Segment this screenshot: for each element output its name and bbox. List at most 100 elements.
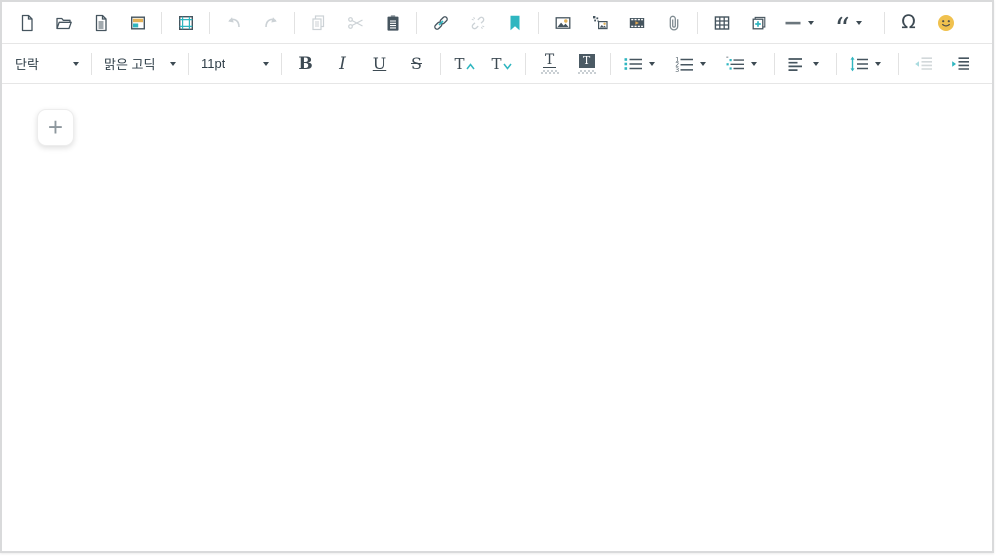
italic-icon: I [339,54,346,74]
subscript-button[interactable]: T [486,48,518,80]
strikethrough-icon: S [411,54,422,73]
separator [610,53,611,75]
video-icon [628,14,646,32]
outdent-icon [913,55,933,73]
clipboard-icon [384,14,402,32]
copy-button [303,7,335,39]
chevron-down-icon [875,62,881,66]
horizontal-line-icon [784,14,802,32]
background-color-button[interactable]: T [571,48,603,80]
separator [294,12,295,34]
bullet-list-icon [623,55,643,73]
indent-button[interactable] [944,48,976,80]
chevron-down-icon [808,21,814,25]
separator [525,53,526,75]
horizontal-line-button[interactable] [780,7,826,39]
screen-capture-button[interactable] [584,7,616,39]
separator [538,12,539,34]
superscript-button[interactable]: T [449,48,481,80]
separator [774,53,775,75]
link-icon [432,14,450,32]
toolbar-row-1: “ Ω [2,2,992,44]
separator [209,12,210,34]
omega-icon: Ω [901,13,916,32]
separator [161,12,162,34]
paragraph-select[interactable]: 단락 [8,51,86,77]
add-content-button[interactable]: + [37,109,74,146]
numbered-list-icon: 123 [674,55,694,73]
italic-button[interactable]: I [327,48,359,80]
special-character-button[interactable]: Ω [893,7,925,39]
text-color-icon: T [541,54,559,74]
add-layer-icon [750,14,768,32]
undo-button [218,7,250,39]
superscript-icon: T [454,57,474,71]
paste-button[interactable] [377,7,409,39]
bookmark-icon [506,14,524,32]
svg-text:3: 3 [675,66,679,72]
chevron-down-icon [751,62,757,66]
separator [281,53,282,75]
background-color-icon: T [578,54,596,74]
strikethrough-button[interactable]: S [401,48,433,80]
emoticon-button[interactable] [930,7,962,39]
cut-button [340,7,372,39]
text-color-button[interactable]: T [534,48,566,80]
insert-table-button[interactable] [706,7,738,39]
chevron-down-icon [649,62,655,66]
new-document-button[interactable] [11,7,43,39]
chevron-down-icon [700,62,706,66]
copy-icon [310,14,328,32]
bold-button[interactable]: B [290,48,322,80]
align-left-icon [787,55,807,73]
layout-frame-icon [177,14,195,32]
indent-icon [950,55,970,73]
open-file-button[interactable] [48,7,80,39]
chevron-down-icon [813,62,819,66]
outdent-button [907,48,939,80]
bold-icon: B [298,54,312,74]
chevron-down-icon [170,62,176,66]
page-template-icon [129,14,147,32]
blockquote-button[interactable]: “ [831,7,877,39]
insert-link-button[interactable] [425,7,457,39]
underline-button[interactable]: U [364,48,396,80]
editor-content-area[interactable]: + [2,84,992,551]
bullet-list-button[interactable] [619,48,665,80]
paperclip-icon [665,14,683,32]
undo-icon [225,14,243,32]
separator [836,53,837,75]
insert-video-button[interactable] [621,7,653,39]
separator [697,12,698,34]
align-button[interactable] [783,48,829,80]
document-icon [92,14,110,32]
open-folder-icon [55,14,73,32]
font-family-select-value: 맑은 고딕 [104,54,155,73]
line-height-icon [849,55,869,73]
paragraph-select-value: 단락 [15,54,39,73]
separator [898,53,899,75]
line-height-button[interactable] [845,48,891,80]
separator [884,12,885,34]
editing-area-frame-button[interactable] [170,7,202,39]
chevron-down-icon [73,62,79,66]
plus-icon: + [48,114,63,140]
unlink-icon [469,14,487,32]
image-icon [554,14,572,32]
multilevel-list-button[interactable] [721,48,767,80]
font-size-select[interactable]: 11pt [194,51,276,77]
page-template-button[interactable] [122,7,154,39]
scissors-icon [347,14,365,32]
font-family-select[interactable]: 맑은 고딕 [97,51,183,77]
new-document-icon [18,14,36,32]
attach-file-button[interactable] [658,7,690,39]
chevron-down-icon [856,21,862,25]
remove-link-button [462,7,494,39]
insert-image-button[interactable] [547,7,579,39]
document-button[interactable] [85,7,117,39]
multilevel-list-icon [725,55,745,73]
insert-layer-button[interactable] [743,7,775,39]
bookmark-button[interactable] [499,7,531,39]
numbered-list-button[interactable]: 123 [670,48,716,80]
font-size-select-value: 11pt [201,56,225,71]
